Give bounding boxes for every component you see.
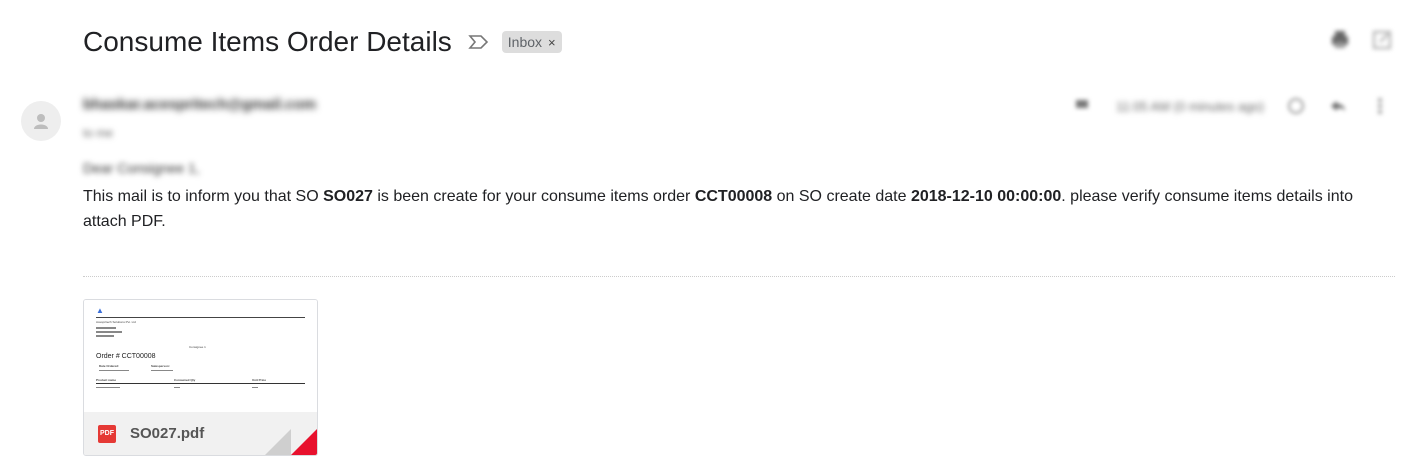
preview-line	[252, 387, 258, 388]
preview-line	[151, 370, 173, 371]
person-icon	[34, 114, 48, 129]
corner-fold	[265, 429, 291, 455]
top-actions	[1328, 28, 1394, 52]
attachment-footer[interactable]: PDF SO027.pdf	[84, 412, 317, 455]
open-in-new-window-icon[interactable]	[1370, 28, 1394, 52]
attachment-file-name[interactable]: SO027.pdf	[130, 425, 204, 442]
preview-line	[96, 331, 122, 333]
sender-email[interactable]: bhaskar.acespritech@gmail.com	[83, 96, 316, 113]
preview-rule	[96, 317, 305, 318]
pdf-file-icon: PDF	[98, 424, 116, 443]
so-number: SO027	[323, 188, 373, 205]
preview-line	[96, 335, 114, 337]
email-subject: Consume Items Order Details	[83, 26, 452, 57]
remove-label-icon[interactable]: ×	[548, 35, 556, 50]
print-icon[interactable]	[1328, 28, 1352, 52]
attachment-indicator-icon	[1074, 96, 1094, 116]
more-vert-icon[interactable]	[1370, 96, 1390, 116]
preview-line	[96, 387, 120, 388]
label-chip-text: Inbox	[507, 34, 543, 50]
email-body: This mail is to inform you that SO SO027…	[83, 184, 1395, 234]
preview-col-date: Date Ordered:	[99, 364, 120, 368]
importance-arrow-icon[interactable]	[468, 33, 490, 51]
star-icon[interactable]	[1286, 96, 1306, 116]
sender-avatar	[21, 101, 61, 141]
subject-row: Consume Items Order Details Inbox ×	[83, 22, 562, 62]
preview-col-qty: Consumed Qty	[174, 378, 196, 382]
body-text-3: on SO create date	[772, 188, 911, 205]
email-greeting: Dear Consignee 1,	[83, 160, 200, 176]
preview-table-rule	[96, 383, 305, 384]
attachment-preview[interactable]: ▲ Acespritech Solutions Pvt. Ltd Consign…	[84, 300, 317, 412]
reply-icon[interactable]	[1328, 96, 1348, 116]
so-date: 2018-12-10 00:00:00	[910, 188, 1062, 205]
preview-line	[99, 370, 129, 371]
recipient-details[interactable]: to me	[83, 126, 113, 140]
attachment-card[interactable]: ▲ Acespritech Solutions Pvt. Ltd Consign…	[83, 299, 318, 456]
label-chip-inbox[interactable]: Inbox ×	[501, 31, 562, 53]
preview-col-unit: Unit Price	[252, 378, 267, 382]
preview-consignee: Consignee 1	[189, 345, 206, 349]
preview-line	[174, 387, 180, 388]
preview-col-salesperson: Salesperson:	[151, 364, 170, 368]
message-meta: 11:05 AM (0 minutes ago)	[1074, 96, 1390, 116]
message-time: 11:05 AM (0 minutes ago)	[1116, 98, 1264, 114]
preview-order-title: Order # CCT00008	[96, 353, 156, 360]
order-number: CCT00008	[694, 188, 773, 205]
pdf-corner-icon	[291, 429, 317, 455]
preview-line	[96, 327, 116, 329]
attachments-divider	[83, 276, 1395, 277]
preview-col-product: Product name	[96, 378, 117, 382]
preview-company: Acespritech Solutions Pvt. Ltd	[96, 320, 136, 324]
body-text-2: is been create for your consume items or…	[372, 188, 695, 205]
company-logo-icon: ▲	[96, 306, 104, 315]
body-text-1: This mail is to inform you that SO	[83, 188, 324, 205]
